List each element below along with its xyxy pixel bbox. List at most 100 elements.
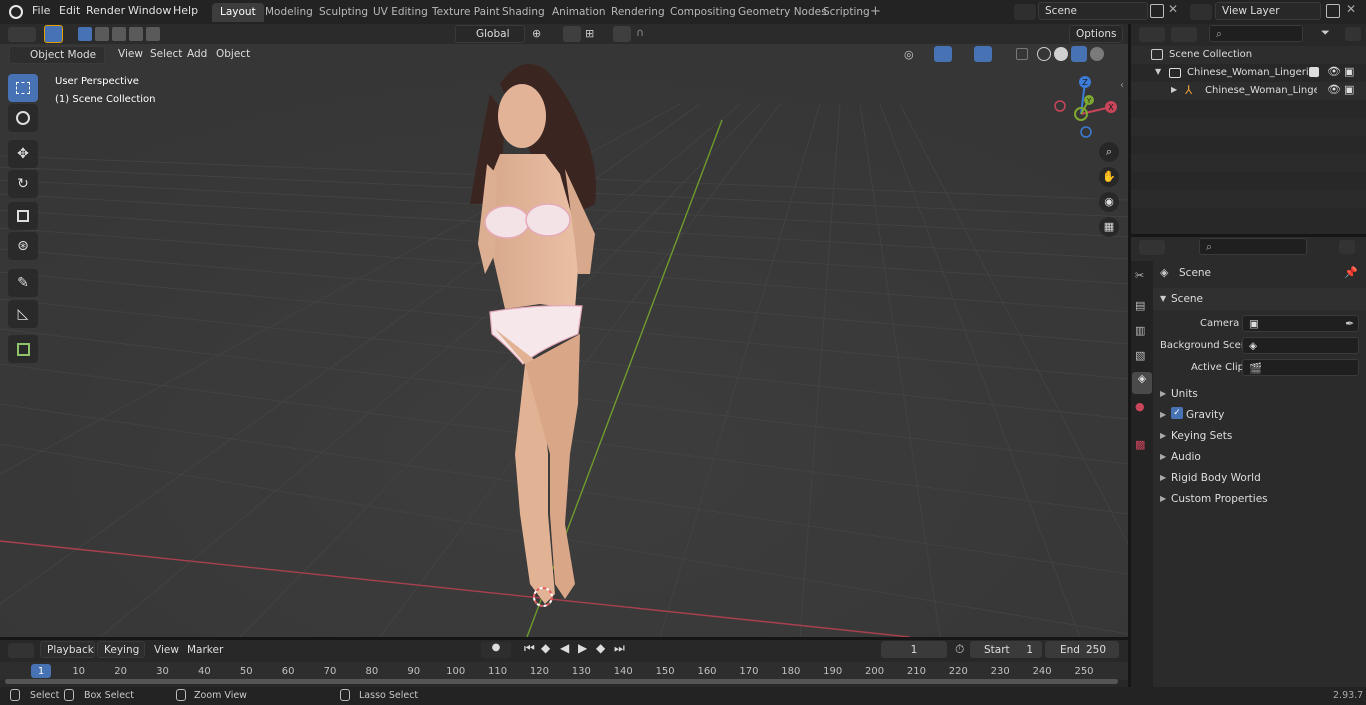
outliner-row-scene-collection[interactable]: Scene Collection (1131, 46, 1366, 64)
eye-icon[interactable]: 👁 (1327, 65, 1341, 78)
menu-render[interactable]: Render (86, 4, 125, 17)
outliner-search-input[interactable]: ⌕ (1209, 25, 1303, 42)
play-reverse-icon[interactable]: ◀ (560, 641, 569, 655)
timeline-menu-marker[interactable]: Marker (187, 644, 223, 656)
options-dropdown[interactable]: Options (1069, 25, 1123, 43)
viewport-menu-select[interactable]: Select (150, 48, 182, 60)
tool-add-cube[interactable] (8, 335, 38, 363)
tool-cursor[interactable] (8, 104, 38, 132)
pan-hand-icon[interactable]: ✋ (1099, 167, 1119, 187)
outliner-editor-type-icon[interactable] (1139, 27, 1165, 42)
select-mode-extend-icon[interactable] (95, 27, 109, 41)
rendered-shading-icon[interactable] (1090, 47, 1104, 61)
select-tool-icon[interactable] (44, 25, 63, 43)
tool-transform[interactable]: ⊛ (8, 232, 38, 260)
outliner-row-collection[interactable]: ▼ Chinese_Woman_Lingerie_Fli 👁 ▣ (1131, 64, 1366, 82)
camera-field[interactable]: ▣ ✒ (1242, 315, 1359, 332)
expand-down-icon[interactable]: ▼ (1160, 294, 1166, 303)
copy-view-layer-icon[interactable] (1326, 4, 1340, 18)
jump-end-icon[interactable]: ⏭ (614, 641, 625, 656)
select-mode-subtract-icon[interactable] (112, 27, 126, 41)
blender-logo-icon[interactable] (9, 5, 23, 19)
editor-type-icon[interactable] (8, 27, 36, 42)
tab-view-layer-icon[interactable]: ▧ (1135, 349, 1145, 362)
viewport-menu-view[interactable]: View (118, 48, 143, 60)
display-mode-icon[interactable] (1171, 27, 1197, 42)
filter-icon[interactable]: ⏷ (1321, 26, 1330, 40)
render-camera-icon[interactable]: ▣ (1344, 83, 1354, 96)
new-collection-icon[interactable] (1345, 27, 1361, 41)
play-icon[interactable]: ▶ (578, 641, 587, 655)
end-frame-field[interactable]: End 250 (1045, 641, 1119, 658)
tab-tool-icon[interactable]: ✂ (1135, 269, 1144, 282)
tool-scale[interactable] (8, 202, 38, 230)
playback-dropdown[interactable]: Playback (40, 641, 95, 658)
timeline-menu-view[interactable]: View (154, 644, 179, 656)
timeline-editor-type-icon[interactable] (8, 643, 34, 658)
timeline-editor[interactable]: Playback Keying View Marker ● ⏮ ◆ ◀ ▶ ◆ … (0, 640, 1128, 687)
properties-options-icon[interactable] (1339, 240, 1355, 254)
tab-render-icon[interactable]: ▤ (1135, 299, 1145, 312)
select-mode-new-icon[interactable] (78, 27, 92, 41)
auto-keying-icon[interactable]: ● (481, 642, 511, 658)
tool-move[interactable]: ✥ (8, 140, 38, 168)
eyedropper-icon[interactable]: ✒ (1345, 318, 1354, 330)
copy-scene-icon[interactable] (1150, 4, 1164, 18)
menu-file[interactable]: File (32, 4, 50, 17)
show-overlays-icon[interactable] (974, 46, 992, 62)
3d-viewport[interactable]: Object Mode View Select Add Object ◎ Use… (0, 44, 1128, 637)
expand-right-icon[interactable]: ▶ (1171, 85, 1177, 94)
eye-icon[interactable]: 👁 (1327, 83, 1341, 96)
jump-start-icon[interactable]: ⏮ (524, 641, 535, 656)
expand-down-icon[interactable]: ▼ (1155, 67, 1161, 76)
stopwatch-icon[interactable]: ⏱ (955, 642, 964, 657)
xray-toggle-icon[interactable] (1016, 48, 1028, 60)
viewport-menu-object[interactable]: Object (216, 48, 250, 60)
timeline-scrollbar[interactable] (5, 679, 1118, 684)
viewport-menu-add[interactable]: Add (187, 48, 207, 60)
transform-orientation-dropdown[interactable]: Global (455, 25, 525, 43)
snap-target-icon[interactable]: ⊞ (585, 27, 594, 40)
keying-dropdown[interactable]: Keying (97, 641, 145, 658)
expand-right-icon[interactable]: ▶ (1160, 389, 1166, 398)
tab-texture-icon[interactable]: ▩ (1135, 438, 1145, 451)
navigation-gizmo[interactable]: Z X Y (1050, 72, 1120, 142)
tool-measure[interactable]: ◺ (8, 300, 38, 328)
scene-name-field[interactable]: Scene (1038, 2, 1148, 20)
expand-right-icon[interactable]: ▶ (1160, 410, 1166, 419)
active-clip-field[interactable]: 🎬 (1242, 359, 1359, 376)
background-scene-field[interactable]: ◈ (1242, 337, 1359, 354)
tab-scene-icon[interactable]: ◈ (1132, 372, 1152, 394)
tab-scripting[interactable]: Scripting (815, 3, 878, 22)
expand-right-icon[interactable]: ▶ (1160, 452, 1166, 461)
menu-window[interactable]: Window (128, 4, 171, 17)
solid-shading-icon[interactable] (1054, 47, 1068, 61)
expand-right-icon[interactable]: ▶ (1160, 494, 1166, 503)
pivot-point-icon[interactable]: ⊕ (532, 27, 541, 40)
wireframe-shading-icon[interactable] (1037, 47, 1051, 61)
visibility-icon[interactable]: ◎ (904, 48, 914, 61)
prev-keyframe-icon[interactable]: ◆ (541, 641, 550, 655)
select-mode-invert-icon[interactable] (129, 27, 143, 41)
tool-select-box[interactable] (8, 74, 38, 102)
view-layer-selector-icon[interactable] (1190, 4, 1212, 20)
add-workspace-icon[interactable]: + (870, 4, 881, 19)
expand-right-icon[interactable]: ▶ (1160, 473, 1166, 482)
start-frame-field[interactable]: Start 1 (970, 641, 1042, 658)
gravity-checkbox[interactable]: ✓ (1171, 407, 1183, 419)
material-preview-icon[interactable] (1071, 46, 1087, 62)
outliner-row-object[interactable]: ▶ ⅄ Chinese_Woman_Lingeri 👁 ▣ (1131, 82, 1366, 100)
orthographic-grid-icon[interactable]: ▦ (1099, 217, 1119, 237)
tool-annotate[interactable]: ✎ (8, 269, 38, 297)
tab-output-icon[interactable]: ▥ (1135, 324, 1145, 337)
select-mode-intersect-icon[interactable] (146, 27, 160, 41)
close-view-layer-icon[interactable]: ✕ (1346, 2, 1356, 16)
menu-edit[interactable]: Edit (59, 4, 80, 17)
next-keyframe-icon[interactable]: ◆ (596, 641, 605, 655)
exclude-checkbox-icon[interactable] (1309, 67, 1319, 77)
mode-dropdown[interactable]: Object Mode (9, 46, 105, 64)
proportional-edit-icon[interactable] (613, 26, 631, 42)
close-scene-icon[interactable]: ✕ (1168, 2, 1178, 16)
zoom-icon[interactable]: ⌕ (1099, 142, 1119, 162)
properties-editor-type-icon[interactable] (1139, 240, 1165, 255)
